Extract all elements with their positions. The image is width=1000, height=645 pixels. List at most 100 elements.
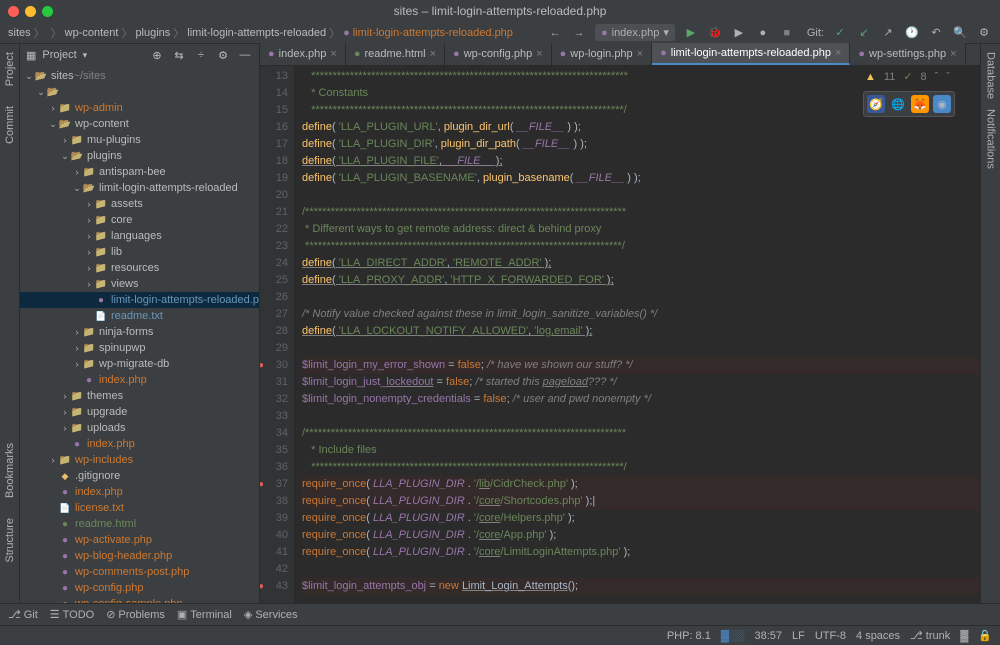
code-line[interactable] [302,408,980,425]
code-line[interactable]: define( 'LLA_PROXY_ADDR', 'HTTP_X_FORWAR… [302,272,980,289]
project-tree[interactable]: ⌄sites ~/sites⌄›wp-admin⌄wp-content›mu-p… [20,66,259,603]
breadcrumb[interactable]: sites〉〉wp-content〉plugins〉limit-login-at… [8,25,513,41]
stop-button[interactable]: ■ [779,25,795,41]
line-number[interactable]: 36 [260,459,288,476]
tree-item[interactable]: ›languages [20,228,259,244]
line-number[interactable]: 15 [260,102,288,119]
code-line[interactable]: define( 'LLA_PLUGIN_URL', plugin_dir_url… [302,119,980,136]
panel-settings-icon[interactable]: ⚙ [215,47,231,63]
vcs-update-icon[interactable]: ✓ [832,25,848,41]
line-number[interactable]: 29 [260,340,288,357]
tree-item[interactable]: .gitignore [20,468,259,484]
minimize-window-icon[interactable] [25,6,36,17]
tool-project-tab[interactable]: Project [4,52,16,86]
code-line[interactable]: ****************************************… [302,238,980,255]
tool-bookmarks-tab[interactable]: Bookmarks [4,443,16,498]
code-line[interactable]: define( 'LLA_PLUGIN_DIR', plugin_dir_pat… [302,136,980,153]
tree-item[interactable]: index.php [20,436,259,452]
line-number[interactable]: 25 [260,272,288,289]
readonly-lock-icon[interactable]: 🔒 [978,629,992,642]
tree-item[interactable]: ›uploads [20,420,259,436]
project-view-icon[interactable]: ▦ [26,49,36,62]
close-window-icon[interactable] [8,6,19,17]
tool-problems-button[interactable]: ⊘Problems [106,608,165,621]
line-number[interactable]: 20 [260,187,288,204]
run-button[interactable]: ▶ [683,25,699,41]
line-number[interactable]: 17 [260,136,288,153]
close-tab-icon[interactable]: × [330,48,336,60]
tree-item[interactable]: wp-comments-post.php [20,564,259,580]
hide-panel-icon[interactable]: — [237,47,253,63]
vcs-history-icon[interactable]: 🕐 [904,25,920,41]
breadcrumb-segment[interactable]: plugins [135,27,170,39]
progress-icon[interactable]: ▓░░ [721,630,745,642]
line-number[interactable]: 32 [260,391,288,408]
line-number[interactable]: 13 [260,68,288,85]
close-tab-icon[interactable]: × [950,48,956,60]
tree-item[interactable]: ›resources [20,260,259,276]
tree-item[interactable]: ›core [20,212,259,228]
code-line[interactable]: require_once( LLA_PLUGIN_DIR . '/core/Li… [302,544,980,561]
tool-services-button[interactable]: ◈Services [244,608,298,621]
tool-todo-button[interactable]: ☰TODO [50,608,94,621]
tree-item[interactable]: ›assets [20,196,259,212]
tree-item[interactable]: ›lib [20,244,259,260]
tree-item[interactable]: readme.html [20,516,259,532]
code-line[interactable]: require_once( LLA_PLUGIN_DIR . '/core/He… [302,510,980,527]
tree-item[interactable]: ›wp-migrate-db [20,356,259,372]
tool-terminal-button[interactable]: ▣Terminal [177,608,232,621]
code-line[interactable]: define( 'LLA_PLUGIN_BASENAME', plugin_ba… [302,170,980,187]
line-number[interactable]: 39 [260,510,288,527]
safari-icon[interactable]: 🧭 [867,95,885,113]
project-panel-title[interactable]: Project [42,49,76,61]
line-number[interactable]: 21 [260,204,288,221]
profiler-button[interactable]: ● [755,25,771,41]
tree-item[interactable]: index.php [20,484,259,500]
tree-item[interactable]: ⌄wp-content [20,116,259,132]
chevron-down-icon[interactable]: ˇ [946,71,950,83]
code-line[interactable]: require_once( LLA_PLUGIN_DIR . '/core/Ap… [302,527,980,544]
editor-tab[interactable]: ●index.php× [260,43,346,65]
code-line[interactable]: require_once( LLA_PLUGIN_DIR . '/lib/Cid… [302,476,980,493]
editor-tab[interactable]: ●wp-settings.php× [850,43,965,65]
expand-all-icon[interactable]: ⇆ [171,47,187,63]
tree-item[interactable]: ›themes [20,388,259,404]
line-number[interactable]: 27 [260,306,288,323]
code-line[interactable]: define( 'LLA_PLUGIN_FILE', __FILE__ ); [302,153,980,170]
editor-gutter[interactable]: 1314151617181920212223242526272829303132… [260,66,294,603]
code-line[interactable] [302,561,980,578]
git-branch-widget[interactable]: ⎇ trunk [910,629,950,642]
code-line[interactable]: * Include files [302,442,980,459]
tree-item[interactable]: limit-login-attempts-reloaded.php [20,292,259,308]
chevron-down-icon[interactable]: ▾ [83,50,88,61]
line-number[interactable]: 28 [260,323,288,340]
line-number[interactable]: 40 [260,527,288,544]
line-number[interactable]: 22 [260,221,288,238]
tree-item[interactable]: wp-config-sample.php [20,596,259,603]
vcs-commit-icon[interactable]: ↙ [856,25,872,41]
line-number[interactable]: 33 [260,408,288,425]
code-line[interactable]: $limit_login_my_error_shown = false; /* … [302,357,980,374]
editor-tab[interactable]: ●limit-login-attempts-reloaded.php× [652,43,850,65]
line-number[interactable]: 18 [260,153,288,170]
code-line[interactable]: * Different ways to get remote address: … [302,221,980,238]
php-version-widget[interactable]: PHP: 8.1 [667,630,711,642]
file-encoding[interactable]: UTF-8 [815,630,846,642]
caret-position[interactable]: 38:57 [754,630,782,642]
nav-forward-icon[interactable]: → [571,25,587,41]
debug-button[interactable]: 🐞 [707,25,723,41]
run-configuration-select[interactable]: ● index.php ▾ [595,24,675,41]
code-line[interactable]: ****************************************… [302,459,980,476]
breadcrumb-segment[interactable]: wp-content [65,27,119,39]
nav-back-icon[interactable]: ← [547,25,563,41]
code-line[interactable]: /***************************************… [302,425,980,442]
close-tab-icon[interactable]: × [637,48,643,60]
tree-item[interactable]: ›views [20,276,259,292]
tree-item[interactable]: license.txt [20,500,259,516]
close-tab-icon[interactable]: × [536,48,542,60]
line-number[interactable]: 35 [260,442,288,459]
tree-item[interactable]: ›wp-includes [20,452,259,468]
vcs-rollback-icon[interactable]: ↶ [928,25,944,41]
close-tab-icon[interactable]: × [835,47,841,59]
builtin-preview-icon[interactable]: ◉ [933,95,951,113]
